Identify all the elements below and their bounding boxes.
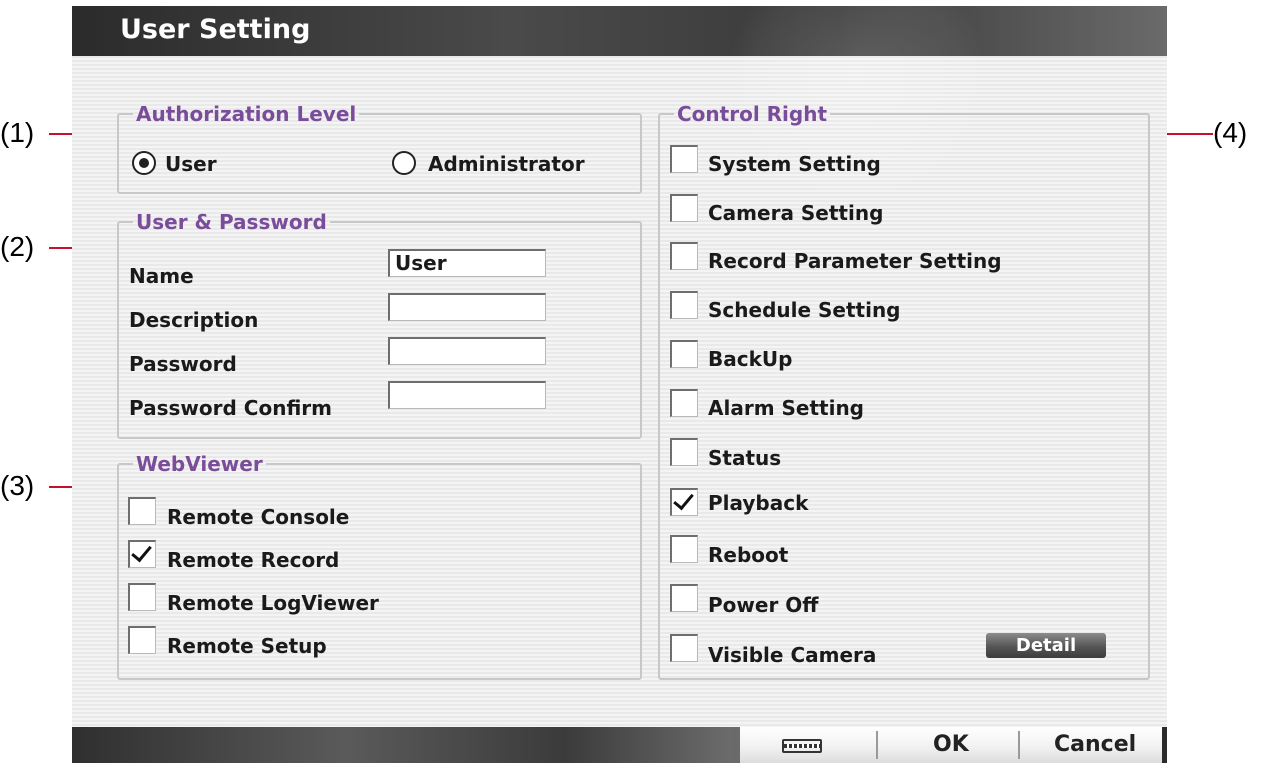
power-off-label[interactable]: Power Off [708,593,818,617]
schedule-setting-label[interactable]: Schedule Setting [708,298,901,322]
radio-selected-dot [139,158,149,168]
playback-label[interactable]: Playback [708,491,808,515]
checkbox-playback[interactable] [670,488,698,516]
password-label: Password [129,352,237,376]
callout-3: (3) [0,470,35,501]
user-password-legend: User & Password [136,210,327,234]
checkbox-remote-setup[interactable] [128,626,156,654]
title-bar: User Setting [72,6,1167,206]
dialog-title: User Setting [120,14,311,45]
checkbox-camera-setting[interactable] [670,194,698,222]
system-setting-label[interactable]: System Setting [708,152,881,176]
checkbox-schedule-setting[interactable] [670,291,698,319]
backup-label[interactable]: BackUp [708,347,792,371]
description-field[interactable] [388,293,546,321]
radio-user-label[interactable]: User [165,152,217,176]
record-parameter-setting-label[interactable]: Record Parameter Setting [708,249,1002,273]
callout-4: (4) [1213,117,1248,148]
password-field[interactable] [388,337,546,365]
remote-console-label[interactable]: Remote Console [167,505,349,529]
checkbox-record-parameter-setting[interactable] [670,242,698,270]
checkbox-power-off[interactable] [670,584,698,612]
checkbox-visible-camera[interactable] [670,634,698,662]
radio-administrator[interactable] [392,151,416,175]
checkbox-remote-record[interactable] [128,540,156,568]
alarm-setting-label[interactable]: Alarm Setting [708,396,864,420]
checkbox-status[interactable] [670,438,698,466]
authorization-level-group: Authorization Level [117,102,642,194]
visible-camera-label[interactable]: Visible Camera [708,643,876,667]
checkbox-alarm-setting[interactable] [670,389,698,417]
detail-button[interactable]: Detail [986,633,1106,658]
keyboard-icon[interactable] [782,739,822,753]
cancel-button[interactable]: Cancel [1054,732,1136,757]
button-strip: OK Cancel [740,727,1162,763]
callout-1: (1) [0,117,35,148]
radio-administrator-label[interactable]: Administrator [428,152,585,176]
webviewer-legend: WebViewer [136,452,263,476]
control-right-legend: Control Right [677,102,828,126]
checkbox-system-setting[interactable] [670,145,698,173]
bottom-bar: OK Cancel [72,727,1167,763]
bottom-endcap [1162,727,1167,763]
remote-logviewer-label[interactable]: Remote LogViewer [167,591,379,615]
password-confirm-label: Password Confirm [129,396,332,420]
authorization-level-legend: Authorization Level [136,102,357,126]
name-field[interactable]: User [388,249,546,277]
reboot-label[interactable]: Reboot [708,543,788,567]
remote-record-label[interactable]: Remote Record [167,548,339,572]
password-confirm-field[interactable] [388,381,546,409]
checkmark-icon [131,540,152,563]
description-label: Description [129,308,259,332]
callout-2: (2) [0,231,35,262]
user-setting-dialog: User Setting Authorization Level User Ad… [72,6,1167,763]
separator [1018,731,1020,759]
radio-user[interactable] [132,151,156,175]
name-label: Name [129,264,194,288]
checkbox-remote-logviewer[interactable] [128,583,156,611]
checkbox-remote-console[interactable] [128,497,156,525]
checkbox-reboot[interactable] [670,535,698,563]
checkmark-icon [673,488,694,511]
ok-button[interactable]: OK [933,732,969,757]
remote-setup-label[interactable]: Remote Setup [167,634,327,658]
checkbox-backup[interactable] [670,340,698,368]
camera-setting-label[interactable]: Camera Setting [708,201,883,225]
separator [876,731,878,759]
status-label[interactable]: Status [708,446,781,470]
